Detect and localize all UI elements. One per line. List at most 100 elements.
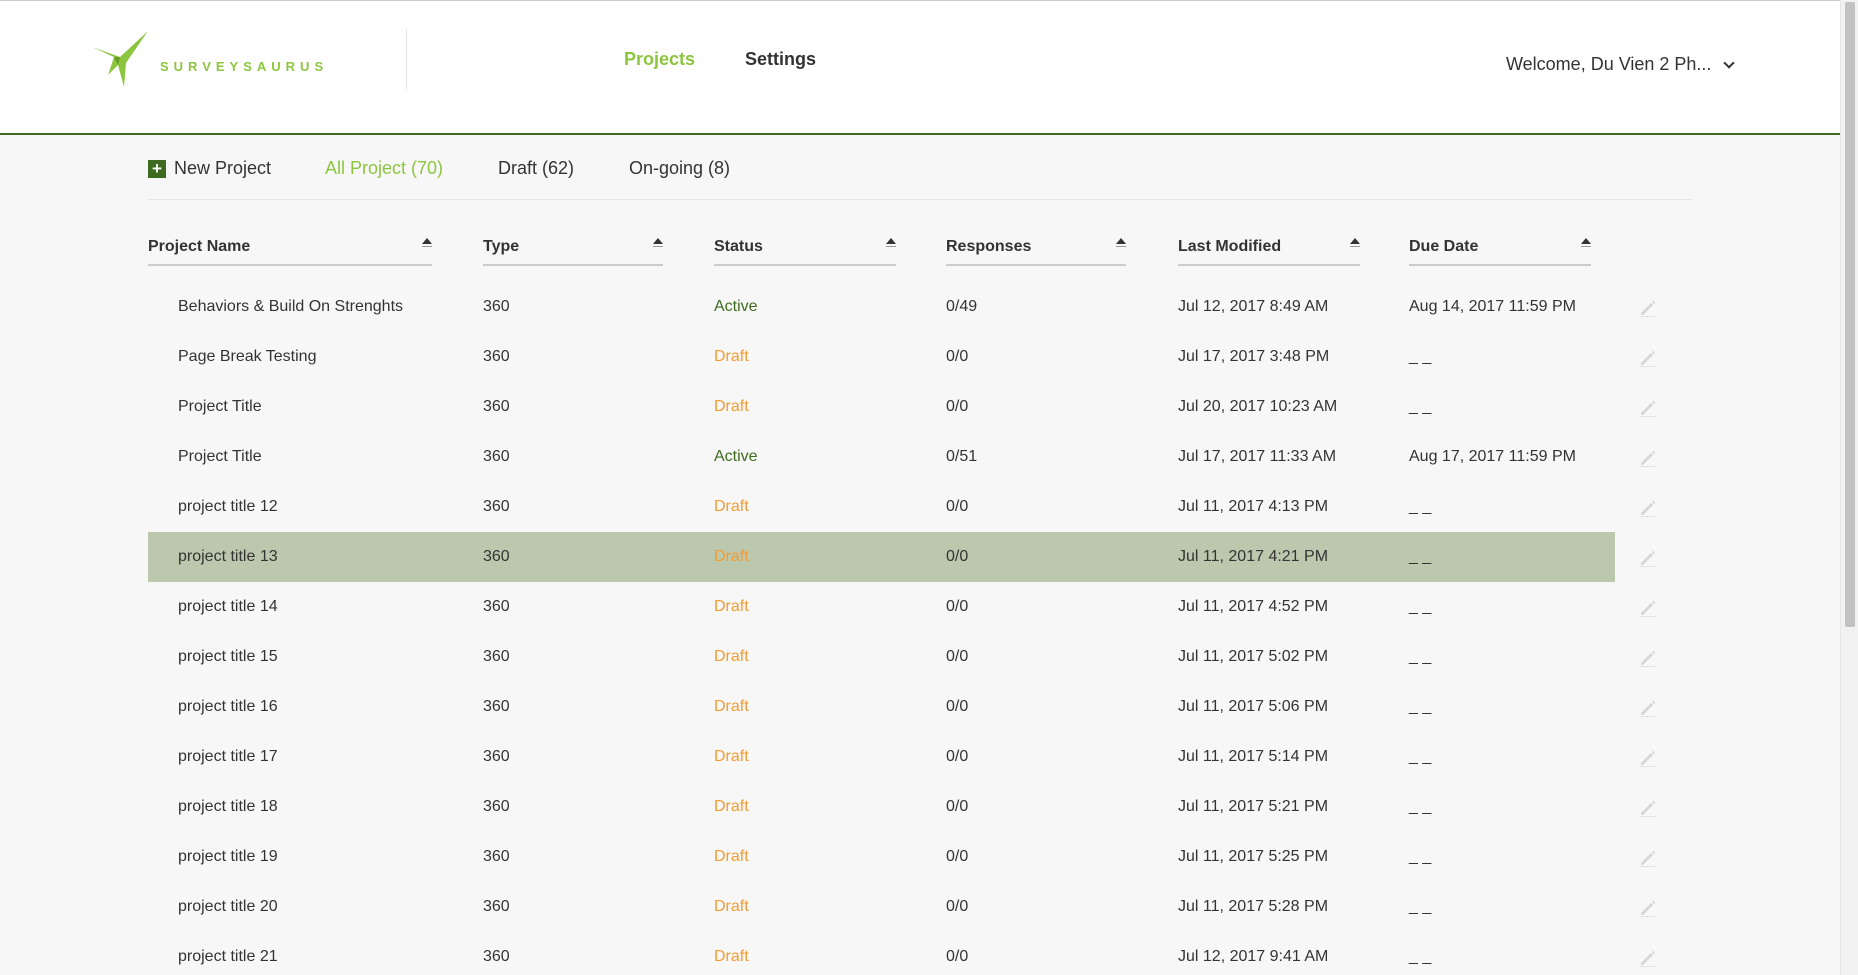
project-name-cell[interactable]: project title 13 (178, 548, 278, 566)
project-name-cell[interactable]: project title 15 (178, 648, 278, 666)
project-name-cell[interactable]: Project Title (178, 398, 262, 416)
project-name-cell[interactable]: project title 17 (178, 748, 278, 766)
nav-projects[interactable]: Projects (624, 49, 695, 70)
responses-cell: 0/0 (946, 398, 969, 415)
pencil-icon[interactable] (1638, 798, 1658, 818)
table-row[interactable]: project title 15 360 Draft 0/0 Jul 11, 2017 … (148, 632, 1656, 682)
column-header-responses[interactable]: Responses (946, 238, 1126, 266)
last-modified-cell: Jul 11, 2017 4:52 PM (1178, 598, 1329, 615)
row-background (148, 432, 1615, 482)
table-row[interactable]: project title 21 360 Draft 0/0 Jul 12, 2017 … (148, 932, 1656, 975)
table-row[interactable]: project title 16 360 Draft 0/0 Jul 11, 2017 … (148, 682, 1656, 732)
type-cell: 360 (483, 298, 510, 315)
tab-ongoing[interactable]: On-going (8) (629, 158, 730, 179)
pencil-icon[interactable] (1638, 348, 1658, 368)
column-label: Project Name (148, 238, 251, 255)
last-modified-cell: Jul 11, 2017 4:21 PM (1178, 548, 1329, 565)
responses-cell: 0/0 (946, 598, 969, 615)
type-cell: 360 (483, 848, 510, 865)
column-header-type[interactable]: Type (483, 238, 663, 266)
project-name-cell[interactable]: Page Break Testing (178, 348, 316, 366)
nav-settings[interactable]: Settings (745, 49, 816, 70)
user-menu[interactable]: Welcome, Du Vien 2 Ph... (1506, 54, 1736, 75)
due-date-cell: _ _ (1409, 898, 1432, 915)
column-header-last-modified[interactable]: Last Modified (1178, 238, 1360, 266)
page-scrollbar[interactable] (1840, 0, 1858, 975)
project-name-cell[interactable]: project title 19 (178, 848, 278, 866)
project-name-cell[interactable]: project title 18 (178, 798, 278, 816)
due-date-cell: _ _ (1409, 698, 1432, 715)
pencil-icon[interactable] (1638, 498, 1658, 518)
tab-draft[interactable]: Draft (62) (498, 158, 574, 179)
table-row[interactable]: project title 12 360 Draft 0/0 Jul 11, 2017 … (148, 482, 1656, 532)
last-modified-cell: Jul 17, 2017 3:48 PM (1178, 348, 1330, 365)
table-row[interactable]: project title 20 360 Draft 0/0 Jul 11, 2017 … (148, 882, 1656, 932)
column-header-status[interactable]: Status (714, 238, 896, 266)
pencil-icon[interactable] (1638, 948, 1658, 968)
due-date-cell: _ _ (1409, 948, 1432, 965)
table-row[interactable]: project title 18 360 Draft 0/0 Jul 11, 2017 … (148, 782, 1656, 832)
last-modified-cell: Jul 11, 2017 5:25 PM (1178, 848, 1329, 865)
surveysaurus-logo[interactable]: SURVEYSAURUS (90, 29, 328, 91)
scrollbar-thumb[interactable] (1845, 2, 1855, 627)
pencil-icon[interactable] (1638, 848, 1658, 868)
project-name-cell[interactable]: project title 12 (178, 498, 278, 516)
project-name-cell[interactable]: project title 16 (178, 698, 278, 716)
project-name-cell[interactable]: Behaviors & Build On Strenghts (178, 298, 403, 316)
sort-up-icon[interactable] (886, 238, 896, 247)
project-name-cell[interactable]: Project Title (178, 448, 262, 466)
sort-up-icon[interactable] (653, 238, 663, 247)
pencil-icon[interactable] (1638, 648, 1658, 668)
sort-up-icon[interactable] (422, 238, 432, 247)
due-date-cell: _ _ (1409, 348, 1432, 365)
sort-up-icon[interactable] (1350, 238, 1360, 247)
sort-up-icon[interactable] (1116, 238, 1126, 247)
table-row[interactable]: Behaviors & Build On Strenghts 360 Active 0… (148, 282, 1656, 332)
type-cell: 360 (483, 548, 510, 565)
column-header-due-date[interactable]: Due Date (1409, 238, 1591, 266)
responses-cell: 0/0 (946, 348, 969, 365)
pencil-icon[interactable] (1638, 698, 1658, 718)
logo-wordmark: SURVEYSAURUS (160, 58, 329, 74)
row-background (148, 732, 1615, 782)
table-row[interactable]: project title 13 360 Draft 0/0 Jul 11, 2017 … (148, 532, 1656, 582)
pencil-icon[interactable] (1638, 898, 1658, 918)
responses-cell: 0/0 (946, 548, 969, 565)
due-date-cell: _ _ (1409, 498, 1432, 515)
new-project-button[interactable]: + New Project (148, 158, 271, 179)
pencil-icon[interactable] (1638, 748, 1658, 768)
due-date-cell: _ _ (1409, 648, 1432, 665)
project-name-cell[interactable]: project title 20 (178, 898, 278, 916)
table-row[interactable]: Project Title 360 Active 0/51 Jul 17, 2017 1… (148, 432, 1656, 482)
table-row[interactable]: project title 14 360 Draft 0/0 Jul 11, 2017 … (148, 582, 1656, 632)
pencil-icon[interactable] (1638, 548, 1658, 568)
pencil-icon[interactable] (1638, 298, 1658, 318)
column-label: Responses (946, 238, 1032, 255)
table-row[interactable]: project title 19 360 Draft 0/0 Jul 11, 2017 … (148, 832, 1656, 882)
responses-cell: 0/0 (946, 648, 969, 665)
responses-cell: 0/0 (946, 948, 969, 965)
pencil-icon[interactable] (1638, 598, 1658, 618)
column-header-project-name[interactable]: Project Name (148, 238, 432, 266)
table-row[interactable]: project title 17 360 Draft 0/0 Jul 11, 2017 … (148, 732, 1656, 782)
due-date-cell: _ _ (1409, 848, 1432, 865)
user-welcome-text: Welcome, Du Vien 2 Ph... (1506, 54, 1712, 74)
row-background (148, 332, 1615, 382)
type-cell: 360 (483, 948, 510, 965)
sort-up-icon[interactable] (1581, 238, 1591, 247)
dinosaur-logo-icon (92, 31, 148, 87)
project-name-cell[interactable]: project title 14 (178, 598, 278, 616)
column-label: Type (483, 238, 520, 255)
row-background (148, 532, 1615, 582)
tab-all-projects[interactable]: All Project (70) (325, 158, 443, 179)
last-modified-cell: Jul 20, 2017 10:23 AM (1178, 398, 1338, 415)
last-modified-cell: Jul 11, 2017 4:13 PM (1178, 498, 1329, 515)
pencil-icon[interactable] (1638, 448, 1658, 468)
project-name-cell[interactable]: project title 21 (178, 948, 278, 966)
row-background (148, 932, 1615, 975)
table-row[interactable]: Page Break Testing 360 Draft 0/0 Jul 17, 201… (148, 332, 1656, 382)
table-row[interactable]: Project Title 360 Draft 0/0 Jul 20, 2017 10:… (148, 382, 1656, 432)
status-cell: Draft (714, 898, 749, 915)
responses-cell: 0/0 (946, 698, 969, 715)
pencil-icon[interactable] (1638, 398, 1658, 418)
